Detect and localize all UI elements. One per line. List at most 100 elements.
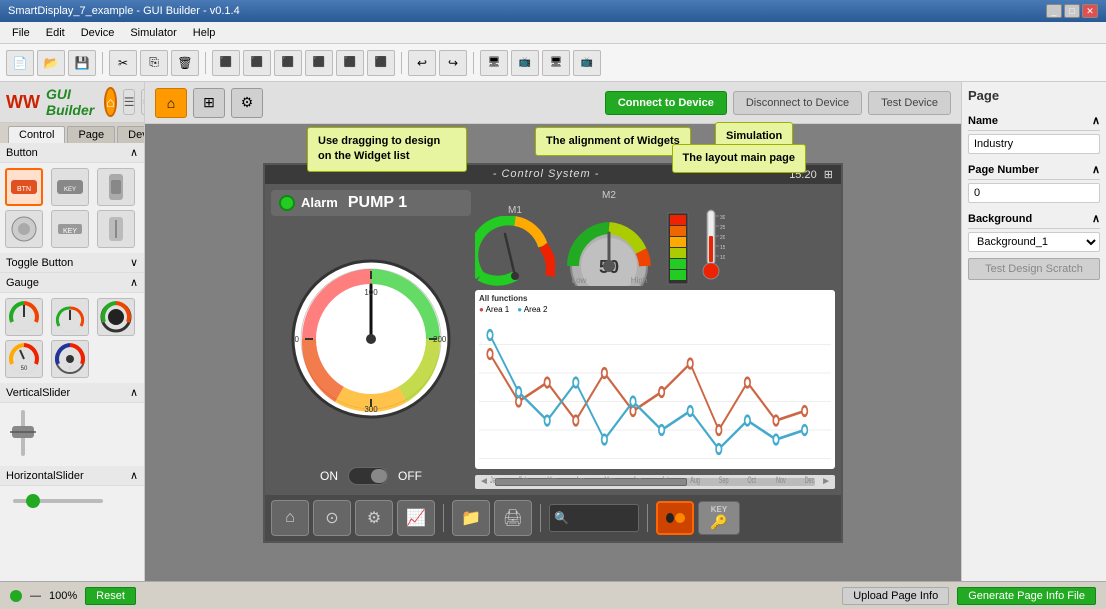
svg-text:250: 250 bbox=[720, 225, 725, 231]
svg-text:200: 200 bbox=[433, 335, 447, 344]
footer-key-btn[interactable]: KEY 🔑 bbox=[698, 501, 740, 535]
svg-text:Mar: Mar bbox=[547, 474, 557, 485]
delete-button[interactable]: 🗑 bbox=[171, 50, 199, 76]
page-number-property: Page Number ∧ bbox=[968, 160, 1100, 203]
gauges-row: M1 bbox=[475, 190, 835, 286]
list-view-btn[interactable]: ☰ bbox=[123, 89, 136, 115]
monitor-button[interactable]: 🖥 bbox=[542, 50, 570, 76]
align-center-button[interactable]: ⬛ bbox=[243, 50, 271, 76]
svg-text:Jun: Jun bbox=[633, 474, 642, 485]
undo-button[interactable]: ↩ bbox=[408, 50, 436, 76]
cut-button[interactable]: ✂ bbox=[109, 50, 137, 76]
preview-button[interactable]: 🖥 bbox=[480, 50, 508, 76]
copy-button[interactable]: ⎘ bbox=[140, 50, 168, 76]
new-button[interactable]: 📄 bbox=[6, 50, 34, 76]
button-section-header[interactable]: Button ∧ bbox=[0, 143, 144, 163]
distribute-button[interactable]: ⬛ bbox=[367, 50, 395, 76]
hslider-widget[interactable] bbox=[0, 486, 144, 519]
align-bottom-button[interactable]: ⬛ bbox=[336, 50, 364, 76]
minimize-button[interactable]: _ bbox=[1046, 4, 1062, 18]
gauge-widget-3[interactable] bbox=[97, 298, 135, 336]
toggle-switch[interactable] bbox=[348, 467, 388, 485]
menu-edit[interactable]: Edit bbox=[38, 25, 73, 41]
tab-control[interactable]: Control bbox=[8, 126, 65, 143]
alignment-callout-text: The alignment of Widgets bbox=[546, 135, 680, 147]
toggle-section-header[interactable]: Toggle Button ∨ bbox=[0, 253, 144, 273]
page-number-prop-header[interactable]: Page Number ∧ bbox=[968, 160, 1100, 180]
tab-page[interactable]: Page bbox=[67, 126, 115, 143]
vslider-widget[interactable] bbox=[0, 403, 144, 466]
widget-button-5[interactable]: KEY bbox=[51, 210, 89, 248]
menu-help[interactable]: Help bbox=[185, 25, 224, 41]
footer-settings-btn[interactable]: ⚙ bbox=[355, 500, 393, 536]
save-button[interactable]: 💾 bbox=[68, 50, 96, 76]
titlebar: SmartDisplay_7_example - GUI Builder - v… bbox=[0, 0, 1106, 22]
close-button[interactable]: ✕ bbox=[1082, 4, 1098, 18]
name-prop-header[interactable]: Name ∧ bbox=[968, 111, 1100, 131]
gauge-widget-5[interactable]: 0 bbox=[51, 340, 89, 378]
reset-button[interactable]: Reset bbox=[85, 587, 136, 605]
toolbar-separator-2 bbox=[205, 52, 206, 74]
widget-button-3[interactable] bbox=[97, 168, 135, 206]
chart-title: All functions bbox=[479, 294, 831, 303]
vslider-section-header[interactable]: VerticalSlider ∧ bbox=[0, 383, 144, 403]
menubar: File Edit Device Simulator Help bbox=[0, 22, 1106, 44]
m1-label: M1 bbox=[508, 205, 522, 216]
screen-button[interactable]: 📺 bbox=[511, 50, 539, 76]
menu-file[interactable]: File bbox=[4, 25, 38, 41]
menu-device[interactable]: Device bbox=[73, 25, 123, 41]
svg-text:KEY: KEY bbox=[64, 187, 76, 193]
background-select[interactable]: Background_1 Background_2 None bbox=[968, 232, 1100, 252]
footer-print-btn[interactable]: 🖨 bbox=[494, 500, 532, 536]
page-number-chevron: ∧ bbox=[1092, 163, 1100, 176]
gauge-section-header[interactable]: Gauge ∧ bbox=[0, 273, 144, 293]
hslider-section-header[interactable]: HorizontalSlider ∧ bbox=[0, 466, 144, 486]
svg-text:Aug: Aug bbox=[690, 474, 700, 485]
align-left-button[interactable]: ⬛ bbox=[212, 50, 240, 76]
align-right-button[interactable]: ⬛ bbox=[274, 50, 302, 76]
maximize-button[interactable]: □ bbox=[1064, 4, 1080, 18]
chart-svg: Jan Feb Mar Apr May Jun Jul Aug Sep Oc bbox=[479, 316, 831, 487]
svg-text:KEY: KEY bbox=[63, 228, 77, 235]
tab-device[interactable]: Device bbox=[117, 126, 145, 143]
footer-chart-btn[interactable]: 📈 bbox=[397, 500, 435, 536]
zoom-value: 100% bbox=[49, 590, 77, 602]
home-design-btn[interactable]: ⌂ bbox=[155, 88, 187, 118]
upload-button[interactable]: Upload Page Info bbox=[842, 587, 949, 605]
legend-area1: ● Area 1 bbox=[479, 305, 509, 314]
settings-design-btn[interactable]: ⚙ bbox=[231, 88, 263, 118]
page-number-input[interactable] bbox=[968, 183, 1100, 203]
logo-ww-icon: WW bbox=[6, 92, 40, 113]
widget-callout-text: Use dragging to design on the Widget lis… bbox=[318, 135, 440, 162]
footer-home-btn[interactable]: ⌂ bbox=[271, 500, 309, 536]
test-button[interactable]: Test Device bbox=[868, 91, 951, 115]
widget-button-4[interactable] bbox=[5, 210, 43, 248]
gauge-widget-4[interactable]: 50 bbox=[5, 340, 43, 378]
multimonitor-button[interactable]: 📺 bbox=[573, 50, 601, 76]
redo-button[interactable]: ↪ bbox=[439, 50, 467, 76]
home-icon-btn[interactable]: ⌂ bbox=[104, 87, 116, 117]
open-button[interactable]: 📂 bbox=[37, 50, 65, 76]
toolbar-separator-4 bbox=[473, 52, 474, 74]
footer-search-bar: 🔍 bbox=[549, 504, 639, 532]
name-input[interactable] bbox=[968, 134, 1100, 154]
menu-simulator[interactable]: Simulator bbox=[122, 25, 184, 41]
logo-area: WW GUI Builder ⌂ ☰ ⚙ bbox=[0, 82, 144, 123]
test-design-button[interactable]: Test Design Scratch bbox=[968, 258, 1100, 280]
device-canvas[interactable]: - Control System - 15:20 ⊞ A bbox=[263, 163, 843, 543]
footer-toggle-btn[interactable] bbox=[656, 501, 694, 535]
toggle-thumb bbox=[371, 469, 387, 483]
disconnect-button[interactable]: Disconnect to Device bbox=[733, 91, 862, 115]
gauge-widget-2[interactable] bbox=[51, 298, 89, 336]
footer-lock-btn[interactable]: ⊙ bbox=[313, 500, 351, 536]
gauge-widget-1[interactable] bbox=[5, 298, 43, 336]
grid-design-btn[interactable]: ⊞ bbox=[193, 88, 225, 118]
widget-button-6[interactable] bbox=[97, 210, 135, 248]
align-top-button[interactable]: ⬛ bbox=[305, 50, 333, 76]
connect-button[interactable]: Connect to Device bbox=[605, 91, 727, 115]
widget-button-1[interactable]: BTN bbox=[5, 168, 43, 206]
generate-button[interactable]: Generate Page Info File bbox=[957, 587, 1096, 605]
widget-button-2[interactable]: KEY bbox=[51, 168, 89, 206]
background-prop-header[interactable]: Background ∧ bbox=[968, 209, 1100, 229]
footer-folder-btn[interactable]: 📁 bbox=[452, 500, 490, 536]
